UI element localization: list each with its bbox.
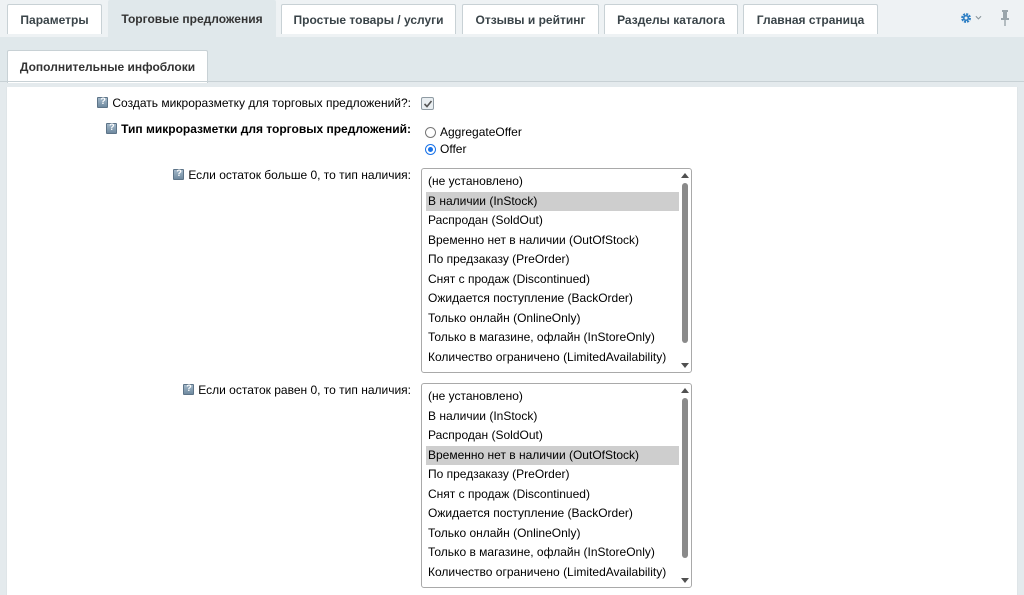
stock-positive-label: Если остаток больше 0, то тип наличия: (173, 168, 411, 182)
list-item[interactable]: Распродан (SoldOut) (426, 426, 679, 445)
list-item[interactable]: Количество ограничено (LimitedAvailabili… (426, 348, 679, 367)
divider (0, 81, 1024, 82)
list-item[interactable]: Только в магазине, офлайн (InStoreOnly) (426, 328, 679, 347)
list-item[interactable]: Ожидается поступление (BackOrder) (426, 504, 679, 523)
tab-simple-products[interactable]: Простые товары / услуги (281, 4, 456, 34)
radio-aggregate-offer-label: AggregateOffer (440, 125, 522, 139)
top-tab-bar: Параметры Торговые предложения Простые т… (0, 0, 1024, 37)
list-item-selected[interactable]: Временно нет в наличии (OutOfStock) (426, 446, 679, 465)
radio-offer[interactable]: Offer (425, 142, 466, 156)
create-markup-label: Создать микроразметку для торговых предл… (97, 96, 411, 110)
list-item[interactable]: Количество ограничено (LimitedAvailabili… (426, 563, 679, 582)
markup-type-label-text: Тип микроразметки для торговых предложен… (121, 122, 411, 136)
help-icon[interactable] (173, 168, 185, 180)
scroll-up-icon[interactable] (681, 173, 689, 178)
list-item[interactable]: Только онлайн (OnlineOnly) (426, 309, 679, 328)
list-item[interactable]: Снят с продаж (Discontinued) (426, 270, 679, 289)
sub-tab-bar: Дополнительные инфоблоки (0, 37, 1024, 83)
list-item[interactable]: В наличии (InStock) (426, 407, 679, 426)
tab-parameters[interactable]: Параметры (7, 4, 102, 34)
list-item[interactable]: Только онлайн (OnlineOnly) (426, 524, 679, 543)
create-markup-checkbox[interactable] (421, 97, 434, 110)
tab-trade-offers[interactable]: Торговые предложения (108, 0, 276, 37)
help-icon[interactable] (97, 96, 109, 108)
settings-menu-button[interactable] (960, 10, 982, 26)
scrollbar-thumb[interactable] (682, 183, 688, 343)
stock-zero-label-text: Если остаток равен 0, то тип наличия: (198, 383, 411, 397)
scrollbar-thumb[interactable] (682, 398, 688, 558)
scroll-down-icon[interactable] (681, 363, 689, 368)
list-item[interactable]: По предзаказу (PreOrder) (426, 465, 679, 484)
stock-positive-label-text: Если остаток больше 0, то тип наличия: (188, 168, 411, 182)
list-item[interactable]: (не установлено) (426, 172, 679, 191)
list-item[interactable]: Распродан (SoldOut) (426, 211, 679, 230)
list-item[interactable]: (не установлено) (426, 387, 679, 406)
scrollbar[interactable] (681, 171, 689, 370)
scrollbar[interactable] (681, 386, 689, 585)
help-icon[interactable] (106, 122, 118, 134)
radio-offer-control[interactable] (425, 143, 436, 155)
scroll-up-icon[interactable] (681, 388, 689, 393)
stock-zero-label: Если остаток равен 0, то тип наличия: (183, 383, 411, 397)
scroll-down-icon[interactable] (681, 578, 689, 583)
list-item[interactable]: Временно нет в наличии (OutOfStock) (426, 231, 679, 250)
gear-icon (961, 13, 971, 23)
settings-form: Создать микроразметку для торговых предл… (6, 87, 1018, 595)
list-item[interactable]: Снят с продаж (Discontinued) (426, 485, 679, 504)
create-markup-label-text: Создать микроразметку для торговых предл… (112, 96, 411, 110)
list-item[interactable]: По предзаказу (PreOrder) (426, 250, 679, 269)
stock-zero-listbox[interactable]: (не установлено) В наличии (InStock) Рас… (421, 383, 692, 588)
radio-offer-label: Offer (440, 142, 467, 156)
pin-icon[interactable] (998, 9, 1012, 27)
radio-aggregate-offer-control[interactable] (425, 126, 436, 138)
list-item-selected[interactable]: В наличии (InStock) (426, 192, 679, 211)
list-item[interactable]: Ожидается поступление (BackOrder) (426, 289, 679, 308)
chevron-down-icon (975, 15, 982, 20)
markup-type-label: Тип микроразметки для торговых предложен… (106, 122, 411, 136)
tab-main-page[interactable]: Главная страница (743, 4, 878, 34)
subtab-additional-infoblocks[interactable]: Дополнительные инфоблоки (7, 50, 208, 83)
radio-aggregate-offer[interactable]: AggregateOffer (425, 125, 522, 139)
tab-reviews-rating[interactable]: Отзывы и рейтинг (462, 4, 599, 34)
help-icon[interactable] (183, 383, 195, 395)
checkmark-icon (423, 100, 433, 108)
tab-catalog-sections[interactable]: Разделы каталога (604, 4, 738, 34)
list-item[interactable]: Только в магазине, офлайн (InStoreOnly) (426, 543, 679, 562)
stock-positive-listbox[interactable]: (не установлено) В наличии (InStock) Рас… (421, 168, 692, 373)
